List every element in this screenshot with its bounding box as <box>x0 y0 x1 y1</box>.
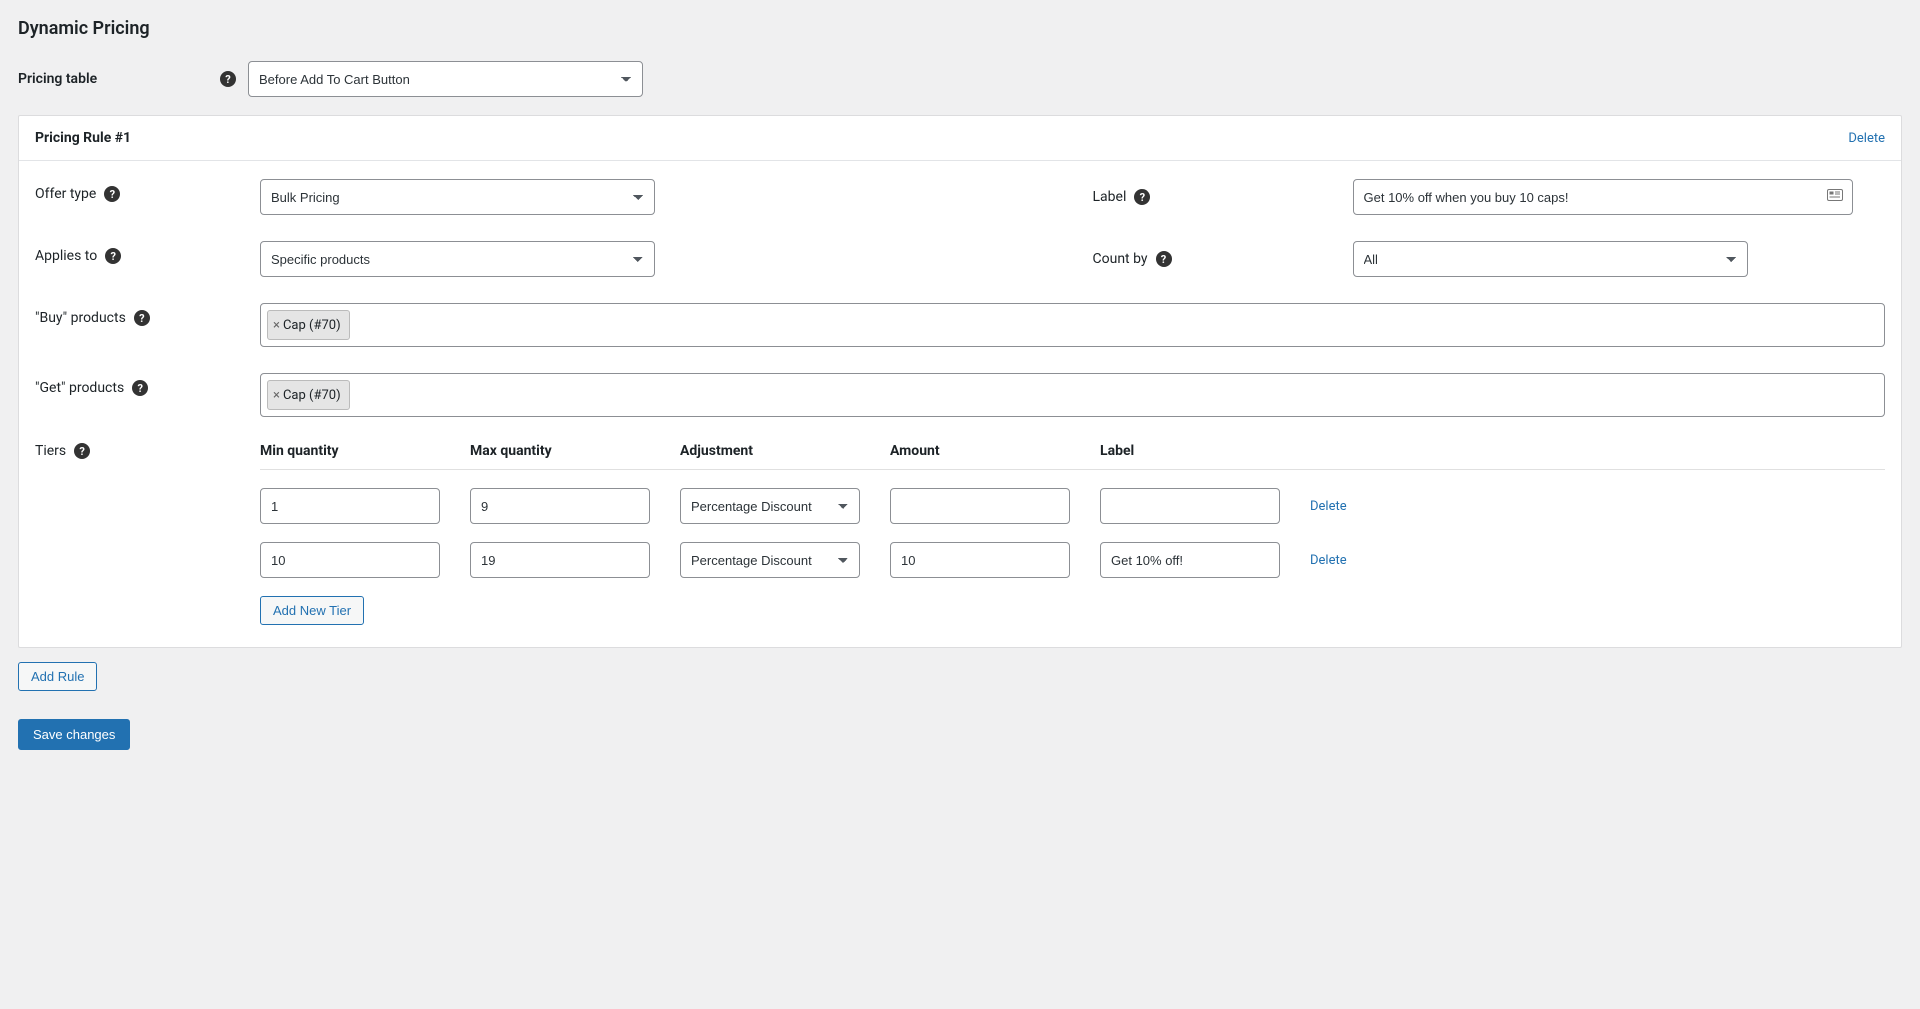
save-changes-button[interactable]: Save changes <box>18 719 130 750</box>
offer-type-select[interactable]: Bulk Pricing <box>260 179 655 215</box>
page-title: Dynamic Pricing <box>18 18 1902 39</box>
tier-col-adj: Adjustment <box>680 443 890 459</box>
card-icon <box>1827 189 1843 205</box>
help-icon[interactable]: ? <box>74 443 90 459</box>
product-tag: × Cap (#70) <box>267 380 350 410</box>
remove-tag-icon[interactable]: × <box>273 318 280 333</box>
help-icon[interactable]: ? <box>1134 189 1150 205</box>
count-by-label: Count by ? <box>1093 251 1353 267</box>
remove-tag-icon[interactable]: × <box>273 388 280 403</box>
rule-title: Pricing Rule #1 <box>35 130 131 146</box>
tier-adj-select[interactable]: Percentage Discount <box>680 542 860 578</box>
help-icon[interactable]: ? <box>105 248 121 264</box>
tier-amount-input[interactable] <box>890 488 1070 524</box>
tier-min-input[interactable] <box>260 542 440 578</box>
tier-adj-select[interactable]: Percentage Discount <box>680 488 860 524</box>
help-icon[interactable]: ? <box>134 310 150 326</box>
tier-col-label: Label <box>1100 443 1310 459</box>
tier-amount-input[interactable] <box>890 542 1070 578</box>
rule-label-input[interactable] <box>1353 179 1853 215</box>
tier-col-min: Min quantity <box>260 443 470 459</box>
tier-row: Percentage Discount Delete <box>260 488 1885 524</box>
help-icon[interactable]: ? <box>220 71 236 87</box>
pricing-table-label: Pricing table ? <box>18 71 248 87</box>
applies-to-select[interactable]: Specific products <box>260 241 655 277</box>
add-tier-button[interactable]: Add New Tier <box>260 596 364 625</box>
help-icon[interactable]: ? <box>1156 251 1172 267</box>
pricing-table-label-text: Pricing table <box>18 71 97 87</box>
buy-products-label: "Buy" products ? <box>35 303 260 326</box>
tier-label-input[interactable] <box>1100 488 1280 524</box>
help-icon[interactable]: ? <box>104 186 120 202</box>
count-by-select[interactable]: All <box>1353 241 1748 277</box>
help-icon[interactable]: ? <box>132 380 148 396</box>
delete-tier-link[interactable]: Delete <box>1310 553 1347 568</box>
tier-row: Percentage Discount Delete <box>260 542 1885 578</box>
tier-max-input[interactable] <box>470 542 650 578</box>
pricing-rule-panel: Pricing Rule #1 Delete Offer type ? Bulk… <box>18 115 1902 648</box>
delete-tier-link[interactable]: Delete <box>1310 499 1347 514</box>
offer-type-label: Offer type ? <box>35 179 260 202</box>
tier-col-max: Max quantity <box>470 443 680 459</box>
label-label: Label ? <box>1093 189 1353 205</box>
tiers-label: Tiers ? <box>35 443 260 459</box>
delete-rule-link[interactable]: Delete <box>1848 131 1885 146</box>
tier-col-amount: Amount <box>890 443 1100 459</box>
tier-max-input[interactable] <box>470 488 650 524</box>
tier-min-input[interactable] <box>260 488 440 524</box>
applies-to-label: Applies to ? <box>35 241 260 264</box>
product-tag: × Cap (#70) <box>267 310 350 340</box>
pricing-table-select[interactable]: Before Add To Cart Button <box>248 61 643 97</box>
tier-label-input[interactable] <box>1100 542 1280 578</box>
buy-products-input[interactable]: × Cap (#70) <box>260 303 1885 347</box>
get-products-label: "Get" products ? <box>35 373 260 396</box>
add-rule-button[interactable]: Add Rule <box>18 662 97 691</box>
get-products-input[interactable]: × Cap (#70) <box>260 373 1885 417</box>
